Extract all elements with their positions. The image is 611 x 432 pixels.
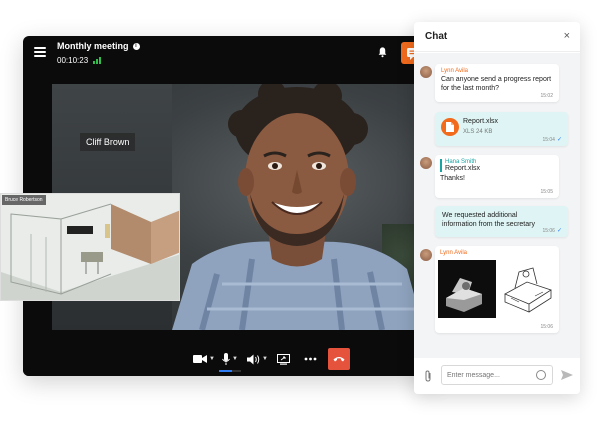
image-attachment-render[interactable] — [438, 260, 496, 318]
chat-message-file[interactable]: Report.xlsx XLS 24 KB 15:04 ✓ — [435, 112, 568, 146]
chat-message: We requested additional information from… — [435, 206, 568, 237]
chat-message: Lynn Avila Can anyone send a progress re… — [435, 64, 559, 102]
chat-title: Chat — [425, 31, 448, 42]
quoted-text: Report.xlsx — [445, 165, 481, 172]
menu-icon[interactable] — [34, 47, 46, 57]
file-name: Report.xlsx — [463, 118, 499, 125]
pip-video[interactable]: Bruce Robertson — [0, 193, 180, 301]
chat-panel: Chat × Lynn Avila Can anyone send a prog… — [414, 22, 580, 394]
message-time-text: 15:05 — [540, 189, 553, 195]
chevron-down-icon[interactable]: ▼ — [262, 356, 268, 362]
send-icon[interactable] — [561, 370, 573, 380]
screen-share-button[interactable] — [277, 352, 290, 366]
more-icon — [304, 357, 317, 361]
message-time-text: 15:06 — [540, 324, 553, 330]
bell-icon[interactable] — [377, 46, 388, 58]
message-time: 15:02 — [540, 93, 553, 99]
microphone-icon — [222, 353, 230, 365]
meeting-title: Monthly meeting — [57, 41, 129, 51]
chevron-down-icon[interactable]: ▼ — [209, 356, 215, 362]
chevron-down-icon[interactable]: ▼ — [232, 356, 238, 362]
file-meta: XLS 24 KB — [463, 129, 493, 135]
call-header: Monthly meeting i 00:10:23 — [23, 36, 440, 72]
read-receipt-icon: ✓ — [556, 228, 562, 234]
meeting-title-row: Monthly meeting i — [57, 41, 140, 51]
read-receipt-icon: ✓ — [556, 137, 562, 143]
message-sender: Lynn Avila — [441, 68, 469, 74]
info-icon[interactable]: i — [132, 42, 140, 50]
end-call-icon — [333, 357, 345, 362]
message-time: 15:05 — [540, 189, 553, 195]
signal-strength-icon — [93, 57, 102, 64]
emoji-icon[interactable] — [536, 370, 546, 380]
close-icon[interactable]: × — [564, 30, 570, 42]
camera-button[interactable]: ▼ — [193, 352, 215, 366]
chat-message: Lynn Avila 15:06 — [435, 246, 559, 333]
message-time-text: 15:04 — [542, 136, 555, 143]
message-sender: Lynn Avila — [440, 250, 468, 256]
message-time-text: 15:02 — [540, 93, 553, 99]
speaker-button[interactable]: ▼ — [247, 352, 268, 366]
image-attachment-drawing[interactable] — [499, 260, 557, 318]
participant-video-image — [172, 84, 422, 330]
microphone-level-indicator — [219, 370, 241, 372]
pip-participant-label: Bruce Robertson — [2, 195, 46, 205]
microphone-button[interactable]: ▼ — [222, 352, 238, 366]
file-icon — [441, 118, 459, 136]
pip-video-image — [1, 194, 179, 300]
message-time: 15:06 ✓ — [542, 227, 562, 235]
chat-message: Hana Smith Report.xlsx Thanks! 15:05 — [435, 155, 559, 198]
chat-header: Chat × — [414, 22, 580, 52]
call-controls-bar: ▼ ▼ ▼ — [23, 344, 440, 376]
quoted-message[interactable]: Hana Smith Report.xlsx — [440, 159, 554, 172]
end-call-button[interactable] — [328, 348, 350, 370]
screen-share-icon — [277, 353, 290, 365]
message-text: Can anyone send a progress report for th… — [441, 76, 552, 92]
avatar — [420, 66, 432, 78]
call-timer: 00:10:23 — [57, 56, 89, 65]
camera-icon — [193, 355, 207, 363]
speaker-icon — [247, 354, 260, 364]
avatar — [420, 249, 432, 261]
message-time: 15:04 ✓ — [542, 136, 562, 144]
more-options-button[interactable] — [304, 352, 317, 366]
chat-message-list: Lynn Avila Can anyone send a progress re… — [414, 53, 580, 358]
participant-name-label: Cliff Brown — [80, 133, 136, 151]
paperclip-icon[interactable] — [424, 370, 432, 382]
chat-composer — [414, 358, 580, 394]
message-text: Thanks! — [440, 175, 465, 182]
message-time: 15:06 — [540, 324, 553, 330]
message-time-text: 15:06 — [542, 227, 555, 234]
call-timer-row: 00:10:23 — [57, 56, 102, 65]
avatar — [420, 157, 432, 169]
